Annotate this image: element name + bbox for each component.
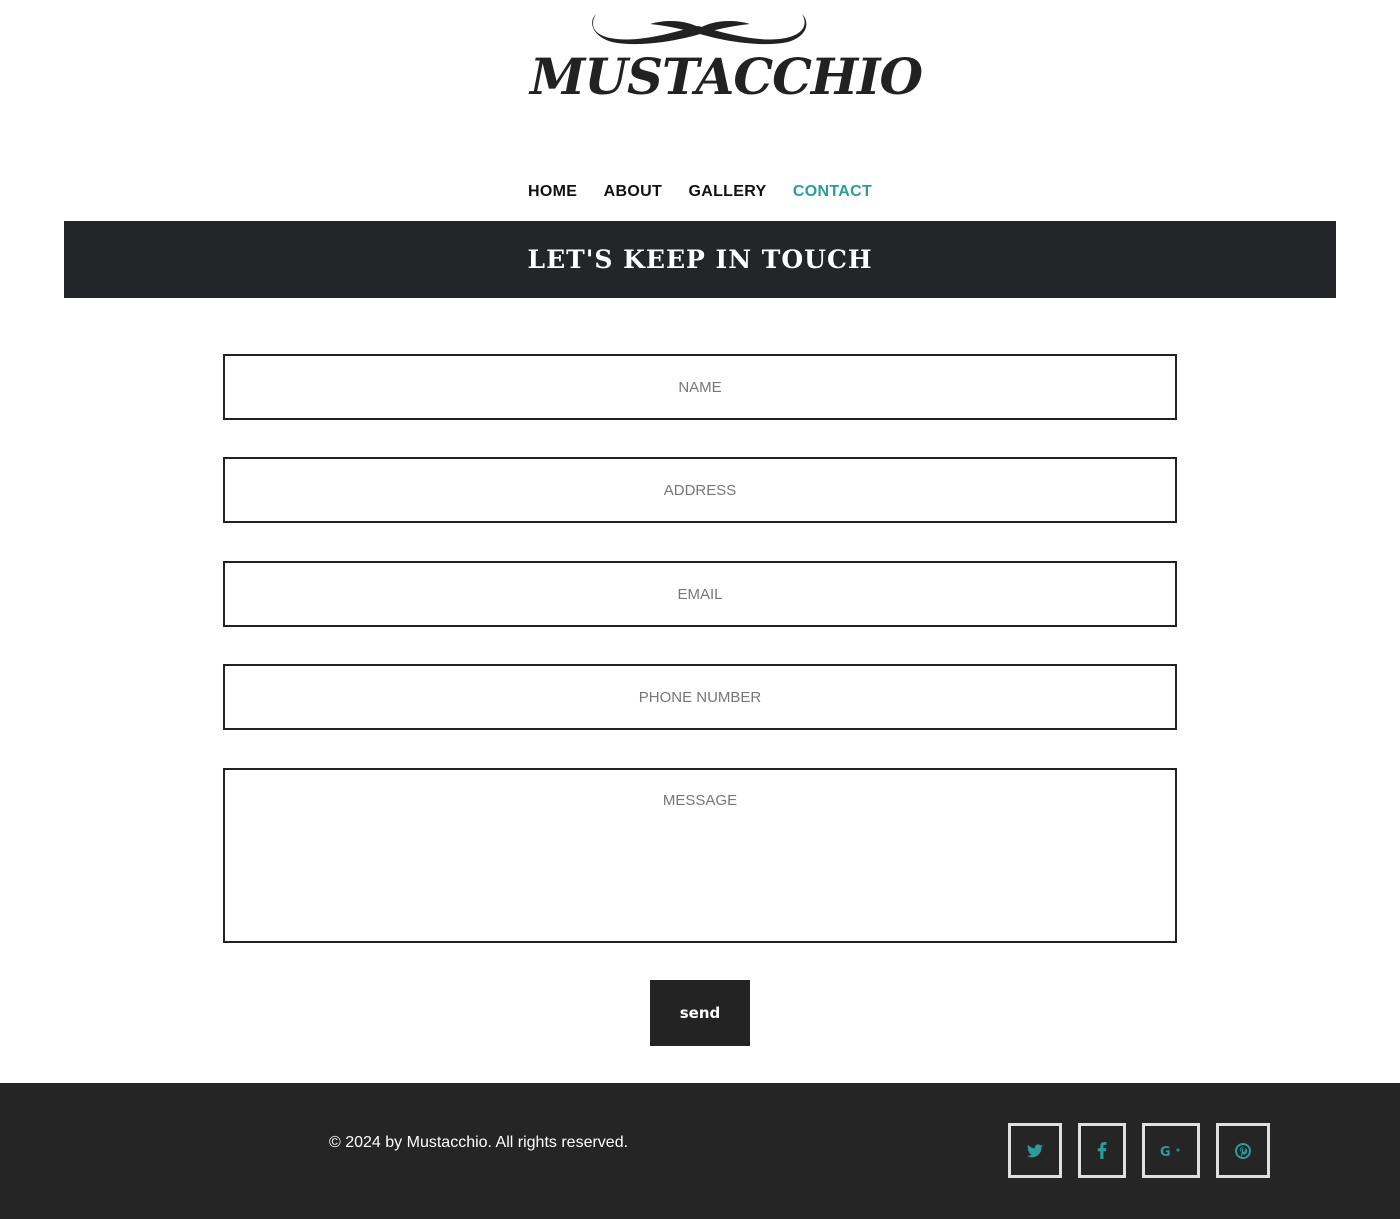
facebook-button[interactable] bbox=[1078, 1123, 1126, 1178]
pinterest-button[interactable] bbox=[1216, 1123, 1270, 1178]
pinterest-icon bbox=[1235, 1142, 1251, 1159]
name-input[interactable] bbox=[223, 354, 1177, 420]
mustache-icon bbox=[592, 14, 807, 45]
page-title: LET'S KEEP IN TOUCH bbox=[527, 245, 873, 274]
nav-gallery[interactable]: GALLERY bbox=[688, 180, 766, 204]
google-plus-button[interactable]: G bbox=[1142, 1123, 1200, 1178]
nav-about[interactable]: ABOUT bbox=[604, 180, 662, 204]
message-textarea[interactable] bbox=[223, 768, 1177, 943]
logo-wordmark: MUSTACCHIO bbox=[530, 47, 923, 106]
site-footer: © 2024 by Mustacchio. All rights reserve… bbox=[0, 1083, 1400, 1219]
svg-text:G: G bbox=[1160, 1145, 1171, 1158]
send-button[interactable]: send bbox=[650, 980, 750, 1046]
email-input[interactable] bbox=[223, 561, 1177, 627]
address-input[interactable] bbox=[223, 457, 1177, 523]
nav-home[interactable]: HOME bbox=[528, 180, 577, 204]
copyright-text: © 2024 by Mustacchio. All rights reserve… bbox=[329, 1134, 629, 1151]
facebook-icon bbox=[1097, 1142, 1107, 1159]
nav-contact[interactable]: CONTACT bbox=[793, 180, 872, 204]
twitter-button[interactable] bbox=[1008, 1123, 1062, 1178]
google-plus-icon: G bbox=[1160, 1145, 1180, 1158]
main-nav: HOME ABOUT GALLERY CONTACT bbox=[0, 180, 1400, 204]
phone-input[interactable] bbox=[223, 664, 1177, 730]
site-logo[interactable]: MUSTACCHIO bbox=[530, 6, 923, 106]
page-banner: LET'S KEEP IN TOUCH bbox=[64, 221, 1336, 298]
twitter-icon bbox=[1027, 1143, 1043, 1157]
